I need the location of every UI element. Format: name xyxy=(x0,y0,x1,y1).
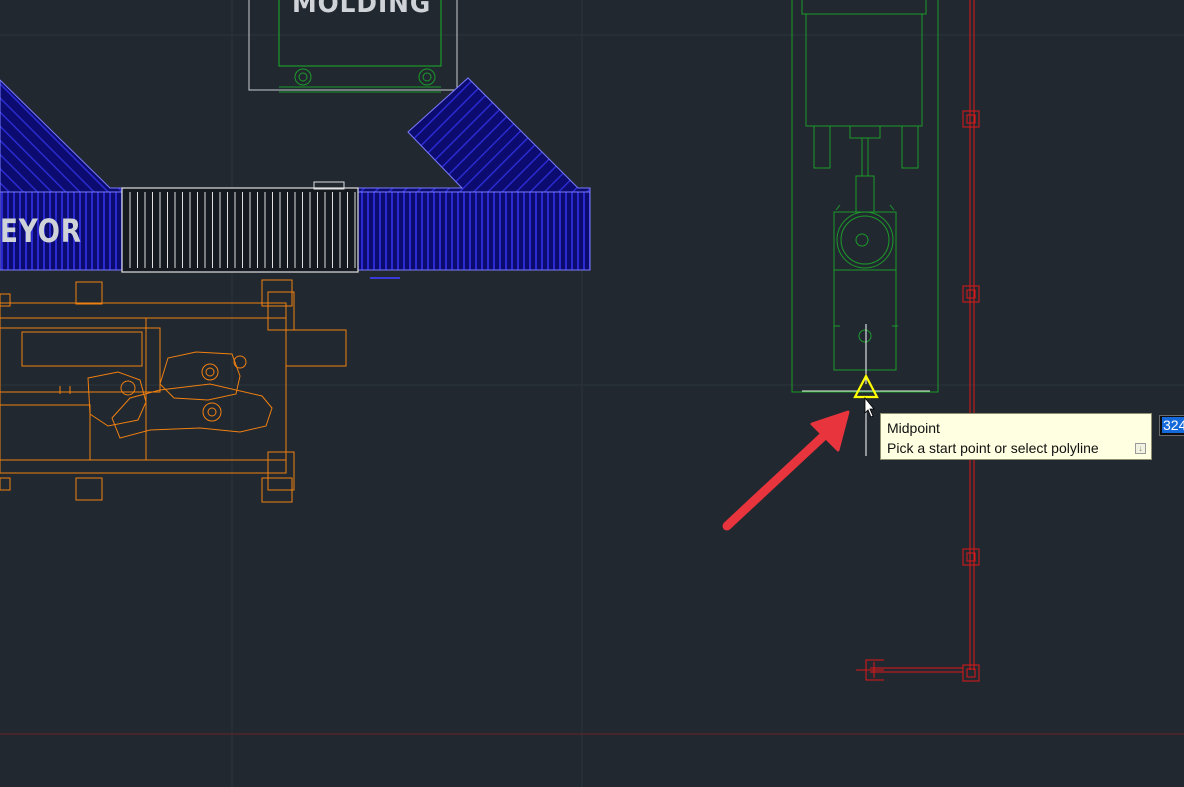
model-space-canvas[interactable] xyxy=(0,0,1184,787)
dynamic-input-value: 324 xyxy=(1162,417,1184,433)
osnap-tooltip: Midpoint Pick a start point or select po… xyxy=(880,413,1152,460)
packaging-equipment[interactable] xyxy=(0,279,347,503)
command-prompt-text: Pick a start point or select polyline xyxy=(887,440,1099,456)
snap-mode-text: Midpoint xyxy=(887,420,940,436)
red-conduit[interactable] xyxy=(856,0,980,682)
conveyor[interactable] xyxy=(0,77,591,279)
molding-label: MOLDING xyxy=(292,0,432,19)
drawing-grid xyxy=(0,0,1184,787)
dynamic-input-field[interactable]: 324 xyxy=(1159,415,1184,436)
conveyor-label: EYOR xyxy=(0,212,82,250)
annotation-arrow-icon xyxy=(722,410,850,531)
drawing-viewport[interactable]: MOLDING EYOR Midpoint Pick a start point… xyxy=(0,0,1184,787)
down-arrow-icon[interactable]: ↓ xyxy=(1135,443,1146,454)
extruder-assembly[interactable] xyxy=(791,0,939,393)
